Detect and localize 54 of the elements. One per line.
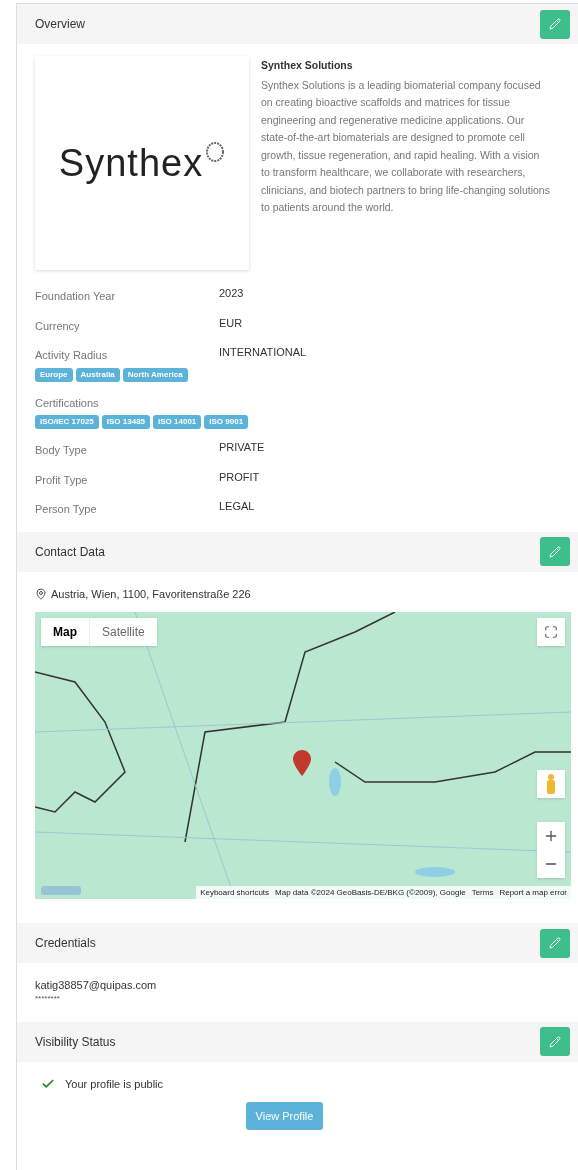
email-text: katig38857@quipas.com (35, 978, 158, 993)
map-footer-link[interactable]: Terms (471, 886, 494, 899)
field-value: 2023 (219, 286, 244, 301)
pencil-icon (549, 18, 561, 30)
field-value: PROFIT (219, 469, 260, 485)
section-title: Visibility Status (35, 1033, 116, 1051)
field-value: LEGAL (219, 499, 255, 514)
pencil-icon (549, 1035, 561, 1048)
fullscreen-button[interactable] (537, 618, 565, 646)
edit-button[interactable] (540, 928, 570, 958)
edit-button[interactable] (540, 1027, 570, 1056)
map-footer-link[interactable]: Report a map error (499, 886, 567, 899)
edit-button[interactable] (540, 9, 570, 39)
tag: ISO/IEC 17025 (35, 415, 99, 429)
tag: ISO 14001 (153, 415, 202, 429)
map-type-tab[interactable]: Map (41, 618, 89, 646)
map-type-tab[interactable]: Satellite (89, 618, 157, 646)
section-title: Overview (35, 16, 85, 33)
zoom-in-icon[interactable] (543, 828, 559, 844)
field-label: Person Type (35, 502, 98, 517)
street-view-button[interactable] (537, 770, 565, 798)
tag: North America (122, 367, 188, 382)
tag: ISO 13485 (101, 415, 151, 429)
person-icon (546, 774, 556, 794)
field-label: Currency (35, 318, 81, 334)
edit-button[interactable] (540, 537, 570, 566)
field-label: Foundation Year (35, 289, 117, 304)
pencil-icon (549, 545, 561, 558)
field-label: Profit Type (35, 472, 89, 488)
ring-icon (205, 141, 226, 163)
tag: ISO 9001 (204, 415, 249, 429)
fullscreen-icon (544, 625, 558, 639)
field-value: INTERNATIONAL (219, 345, 307, 360)
section-title: Credentials (35, 935, 96, 952)
field-label: Certifications (35, 395, 100, 411)
map-pin-icon (35, 587, 47, 600)
map-footer-link[interactable]: Map data ©2024 GeoBasis-DE/BKG (©2009), Google (275, 886, 466, 899)
map-marker-icon (293, 750, 311, 776)
address-text: Austria, Wien, 1100, Favoritenstraße 226 (51, 586, 251, 602)
password-mask: ******** (35, 993, 61, 1004)
map-view[interactable]: Map Satellite Keyboard shortcuts Map data ©2024 GeoBasis-DE/BKG (©2009), Google Terms Report a map error (35, 612, 571, 899)
section-title: Contact Data (35, 543, 106, 561)
pencil-icon (549, 937, 561, 949)
tag: Europe (35, 367, 73, 382)
company-name: Synthex Solutions (261, 58, 354, 73)
tag: Australia (75, 367, 120, 382)
field-label: Body Type (35, 443, 88, 458)
field-value: EUR (219, 315, 243, 331)
logo-text: Synthex (58, 140, 204, 186)
company-description: Synthex Solutions is a leading biomaterial company focused on creating bioactive scaffolds and matrices for tissue engineering and regenerative medicine applications. Our state-of-the-art biomaterials are designed to promote cell growth, tissue regeneration, and rapid healing. With a vision to transform healthcare, we collaborate with researchers, clinicians, and biotech partners to bring life-changing solutions to patients around the world. (261, 77, 550, 216)
map-footer-link[interactable]: Keyboard shortcuts (200, 886, 270, 899)
field-value: PRIVATE (219, 440, 265, 455)
field-label: Activity Radius (35, 348, 109, 363)
visibility-message: Your profile is public (65, 1076, 164, 1092)
